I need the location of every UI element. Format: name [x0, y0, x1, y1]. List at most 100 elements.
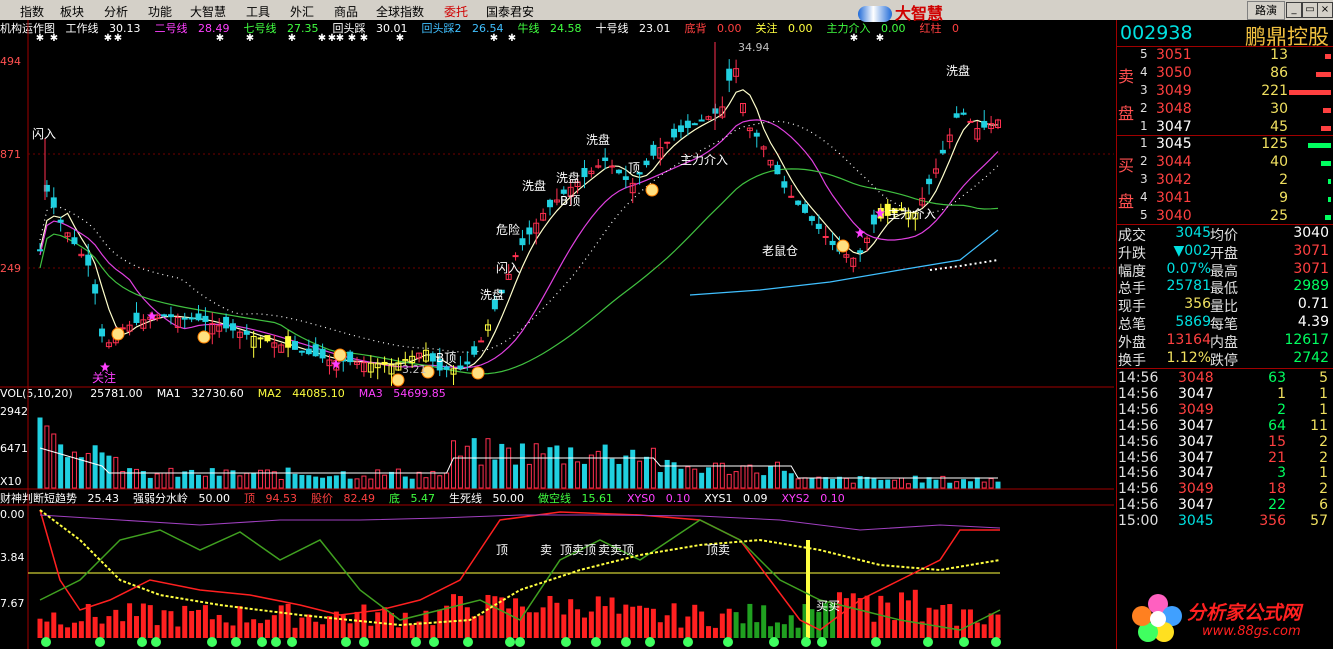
volume-bar: [368, 478, 374, 489]
candle-body: [71, 237, 78, 245]
minimize-icon[interactable]: _: [1286, 2, 1302, 18]
menu-item-8[interactable]: 全球指数: [376, 3, 424, 20]
lower-annotation: 顶卖: [706, 543, 730, 557]
volume-bar: [347, 478, 353, 489]
price-low-label: 3.21: [402, 363, 427, 376]
quote-value: 12617: [1284, 331, 1329, 348]
lower-bar: [726, 608, 732, 638]
volume-bar: [954, 481, 960, 489]
bottom-smiley-icon: [621, 637, 631, 647]
lower-bar: [347, 623, 353, 638]
menu-item-5[interactable]: 工具: [246, 3, 270, 20]
volume-bar: [464, 445, 470, 489]
lower-bar: [706, 626, 712, 638]
lower-bar: [692, 604, 698, 638]
orderbook-level: 2: [1140, 101, 1148, 115]
candle-body: [615, 169, 622, 174]
volume-bar: [430, 470, 436, 489]
lower-y-label: 3.84: [0, 551, 25, 564]
candle-body: [195, 313, 202, 321]
lower-bar: [244, 622, 250, 638]
chart-area[interactable]: ✱ ✱ ✱ ✱ ✱ ✱ ✱ ✱ ✱ ✱ ✱ ✱ ✱ ✱ ✱ ✱ ✱ 494 871 249 2942 6471 X10 0.…: [0, 20, 1114, 649]
quote-value: 5869: [1175, 314, 1211, 330]
volume-bar: [588, 454, 594, 489]
menu-item-9[interactable]: 委托: [444, 3, 468, 20]
menu-item-2[interactable]: 分析: [104, 3, 128, 20]
tick-row: 14:56 3047 15 2: [1118, 434, 1328, 450]
menu-item-1[interactable]: 板块: [60, 3, 84, 20]
volume-bar: [768, 466, 774, 489]
candle-body: [774, 164, 781, 175]
quote-value: 0.71: [1297, 296, 1329, 313]
lower-bar: [857, 598, 863, 638]
menu-item-6[interactable]: 外汇: [290, 3, 314, 20]
menu-item-4[interactable]: 大智慧: [190, 3, 226, 20]
quote-row: 成交 3045 均价 3040: [1118, 225, 1331, 244]
star-marker: [855, 228, 865, 238]
tick-volume: 22: [1268, 497, 1286, 514]
smiley-marker: [836, 239, 850, 253]
quote-value: 1.12%: [1166, 349, 1211, 366]
candle-body: [319, 348, 326, 359]
lower-bar: [175, 626, 181, 638]
lower-bar: [313, 621, 319, 638]
chart-annotations: 闪入关注洗盘危险闪入洗盘洗盘洗盘顶B顶主力介入老鼠仓主力介入洗盘B顶34.943…: [32, 41, 1001, 647]
roadshow-button[interactable]: 路演: [1247, 1, 1285, 20]
lower-bar: [457, 596, 463, 638]
volume-bar: [161, 472, 167, 489]
volume-bar: [120, 471, 126, 489]
lower-bar: [65, 627, 71, 638]
volume-bar: [692, 468, 698, 489]
lower-bar: [99, 623, 105, 638]
lower-bar: [113, 609, 119, 638]
stock-code[interactable]: 002938: [1120, 22, 1193, 44]
volume-bar: [478, 464, 484, 489]
orderbook-level: 4: [1140, 65, 1148, 79]
tick-count: 2: [1319, 433, 1328, 450]
kline-annotation: 顶: [628, 161, 640, 175]
tick-time: 14:56: [1118, 385, 1159, 402]
candle-body: [870, 214, 877, 225]
volume-bar: [864, 476, 870, 489]
menu-item-3[interactable]: 功能: [148, 3, 172, 20]
volume-bar: [657, 472, 663, 489]
orderbook-level: 2: [1140, 154, 1148, 168]
quote-value: 0.07%: [1166, 260, 1211, 277]
asterisk-marker: ✱: [850, 33, 858, 44]
volume-bar: [678, 468, 684, 489]
bottom-smiley-icon: [271, 637, 281, 647]
lower-bar: [375, 612, 381, 638]
close-icon[interactable]: ×: [1317, 2, 1333, 18]
menu-item-10[interactable]: 国泰君安: [486, 3, 534, 20]
volume-bar: [437, 475, 443, 489]
lower-annotation: 买买: [816, 599, 840, 613]
orderbook-level: 4: [1140, 190, 1148, 204]
candle-body: [526, 227, 533, 235]
orderbook-level: 1: [1140, 119, 1148, 133]
lower-bar: [754, 622, 760, 638]
kline-annotation: 主力介入: [888, 207, 936, 221]
candle-body: [464, 361, 471, 365]
lower-bar: [526, 612, 532, 638]
asterisk-marker: ✱: [396, 33, 404, 44]
tick-time: 14:56: [1118, 401, 1159, 418]
tick-time: 14:56: [1118, 417, 1159, 434]
volume-bar: [492, 459, 498, 489]
lower-bar: [285, 603, 291, 638]
volume-bar: [595, 450, 601, 489]
menu-item-0[interactable]: 指数: [20, 3, 44, 20]
tick-row: 14:56 3047 21 2: [1118, 450, 1328, 466]
candle-body: [560, 189, 567, 194]
menu-item-7[interactable]: 商品: [334, 3, 358, 20]
candle-body: [939, 149, 946, 154]
volume-bar: [644, 456, 650, 489]
kline-annotation: 洗盘: [586, 132, 610, 147]
lower-bar: [747, 603, 753, 638]
candle-body: [691, 123, 698, 126]
lower-bar: [237, 606, 243, 638]
maximize-icon[interactable]: ▭: [1302, 2, 1318, 18]
bottom-smiley-icon: [411, 637, 421, 647]
kline-annotation: 闪入: [496, 261, 520, 275]
volume-bar: [561, 463, 567, 489]
lower-bar: [630, 606, 636, 638]
